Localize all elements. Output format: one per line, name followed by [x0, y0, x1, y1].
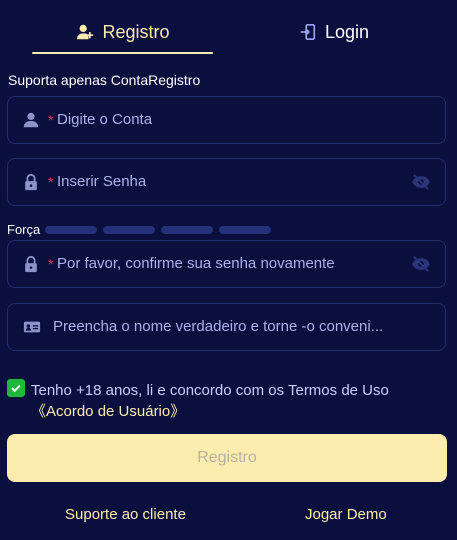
account-type-label: Suporta apenas ContaRegistro [8, 72, 201, 88]
user-agreement-link[interactable]: 《Acordo de Usuário》 [31, 401, 185, 422]
real-name-field[interactable]: Preencha o nome verdadeiro e torne -o co… [7, 303, 446, 351]
add-user-icon [77, 24, 94, 40]
checkmark-icon [11, 384, 21, 393]
play-demo-link[interactable]: Jogar Demo [305, 506, 387, 523]
real-name-placeholder: Preencha o nome verdadeiro e torne -o co… [53, 318, 384, 335]
password-placeholder: Inserir Senha [57, 173, 147, 190]
password-strength-label: Força [7, 222, 41, 237]
user-icon [23, 112, 39, 128]
terms-checkbox[interactable] [7, 379, 25, 397]
required-mark: * [48, 174, 54, 190]
auth-tabs: Registro Login [0, 0, 457, 56]
strength-bar-4 [219, 226, 271, 234]
eye-off-icon[interactable] [411, 173, 431, 191]
account-placeholder: Digite o Conta [57, 111, 153, 128]
register-button[interactable]: Registro [7, 434, 447, 482]
required-mark: * [48, 256, 54, 272]
password-field[interactable]: * Inserir Senha [7, 158, 446, 206]
strength-bar-3 [161, 226, 213, 234]
confirm-placeholder: Por favor, confirme sua senha novamente [57, 255, 335, 272]
tab-login-label: Login [324, 21, 370, 42]
strength-bar-2 [103, 226, 155, 234]
confirm-password-field[interactable]: * Por favor, confirme sua senha novament… [7, 240, 446, 288]
strength-bar-1 [45, 226, 97, 234]
tab-registro-label: Registro [102, 21, 170, 42]
customer-support-link[interactable]: Suporte ao cliente [65, 506, 186, 523]
lock-icon [25, 173, 37, 191]
eye-off-icon[interactable] [411, 255, 431, 273]
lock-icon [25, 255, 37, 273]
tab-registro[interactable]: Registro [60, 12, 186, 52]
account-field[interactable]: * Digite o Conta [7, 96, 446, 144]
tab-login[interactable]: Login [287, 12, 381, 52]
active-tab-indicator [32, 52, 213, 54]
login-door-icon [300, 23, 316, 41]
required-mark: * [48, 112, 54, 128]
terms-text: Tenho +18 anos, li e concordo com os Ter… [31, 382, 389, 399]
id-card-icon [23, 321, 41, 333]
